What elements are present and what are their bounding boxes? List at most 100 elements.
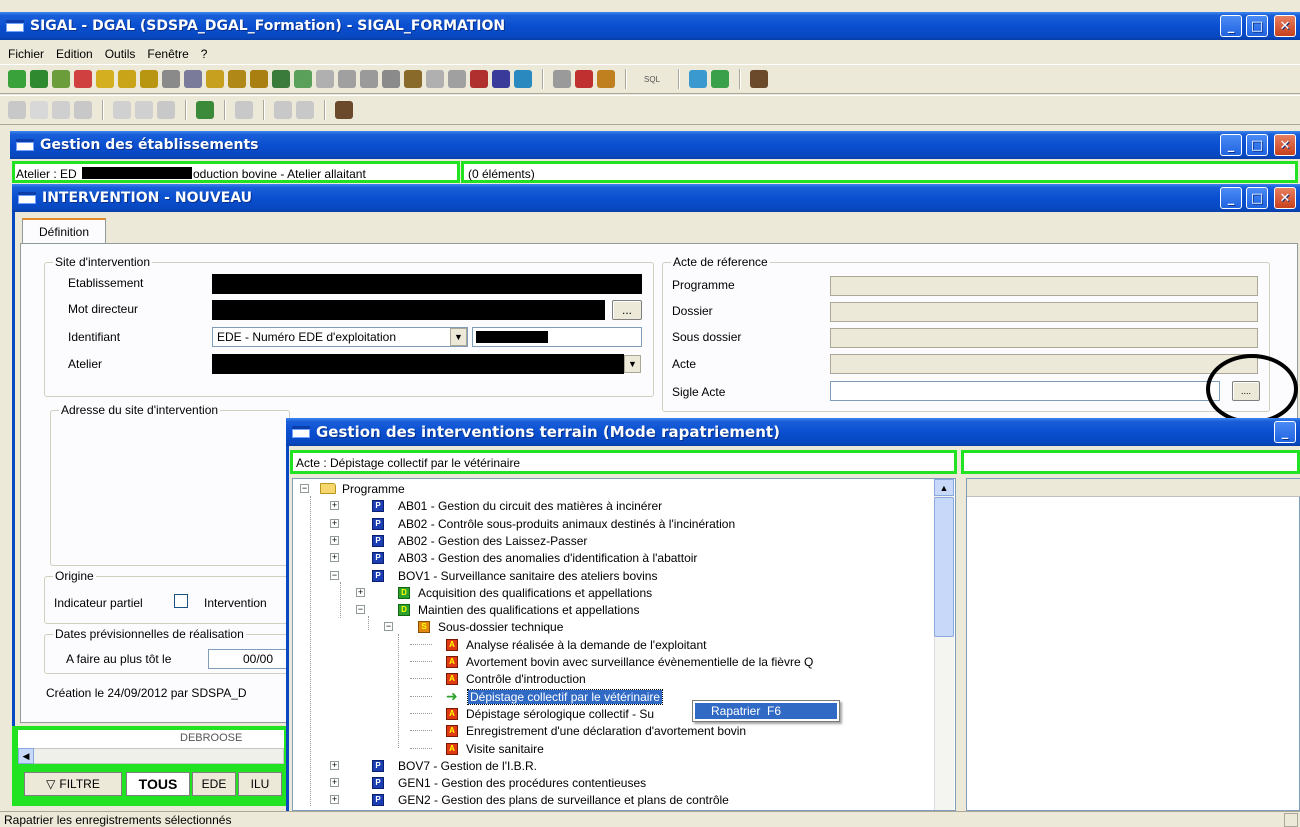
minimize-icon[interactable]: _ [1220,187,1242,209]
tree-node[interactable]: D Maintien des qualifications et appellat… [398,601,639,618]
tool-sheep-icon[interactable] [316,70,334,88]
close-icon[interactable]: ✕ [1274,187,1296,209]
rapatrier-menu-item[interactable]: Rapatrier F6 [695,703,837,719]
collapse-icon[interactable]: − [384,622,393,631]
collapse-icon[interactable]: − [300,484,309,493]
tree-node[interactable]: S Sous-dossier technique [418,618,563,635]
expand-icon[interactable]: + [330,778,339,787]
filter-icon[interactable] [296,101,314,119]
identifiant-select[interactable]: EDE - Numéro EDE d'exploitation [212,327,468,347]
tool-building-icon[interactable] [404,70,422,88]
tool-red-icon[interactable] [74,70,92,88]
tool-yellow3-icon[interactable] [140,70,158,88]
tree-node[interactable]: P GEN2 - Gestion des plans de surveillanc… [372,791,729,808]
tree-node[interactable]: P AB01 - Gestion du circuit des matières … [372,497,662,514]
tool-house-icon[interactable] [470,70,488,88]
tool-yellow2-icon[interactable] [118,70,136,88]
tool-plant-icon[interactable] [294,70,312,88]
expand-icon[interactable]: + [330,501,339,510]
tree-node[interactable]: P BOV1 - Surveillance sanitaire des ateli… [372,567,657,584]
chevron-down-icon[interactable]: ▼ [450,328,467,346]
tree-node[interactable]: P AB02 - Gestion des Laissez-Passer [372,532,587,549]
filtre-button[interactable]: ▽ FILTRE [24,772,122,796]
exit-icon[interactable] [750,70,769,88]
maximize-icon[interactable]: □ [1246,15,1268,37]
tool-animal-icon[interactable] [206,70,224,88]
tab-ilu[interactable]: ILU [238,772,282,796]
tree-node[interactable]: P AB03 - Gestion des anomalies d'identifi… [372,549,697,566]
tool-animal2-icon[interactable] [228,70,246,88]
tree-node[interactable]: A Dépistage sérologique collectif - Su [446,705,654,722]
tool-stamp-icon[interactable] [553,70,571,88]
tool-calc-icon[interactable] [575,70,593,88]
tool-multi-icon[interactable] [52,70,70,88]
new-icon[interactable] [30,101,48,119]
import-icon[interactable] [196,101,214,119]
tool-animal3-icon[interactable] [250,70,268,88]
properties-icon[interactable] [52,101,70,119]
tool-globe2-icon[interactable] [689,70,708,88]
tree-node[interactable]: A Contrôle d'introduction [446,670,586,687]
tree-node[interactable]: P BOV7 - Gestion de l'I.B.R. [372,757,537,774]
tree-node[interactable]: ➜ Dépistage collectif par le vétérinaire [446,688,664,705]
tree-node[interactable]: A Avortement bovin avec surveillance évèn… [446,653,813,670]
scroll-up-icon[interactable]: ▲ [934,479,954,496]
horizontal-scrollbar[interactable] [18,748,284,764]
tool-tree-icon[interactable] [382,70,400,88]
menu-help[interactable]: ? [201,47,208,61]
tool-yellow-icon[interactable] [96,70,114,88]
tool-fish-icon[interactable] [448,70,466,88]
tool-grey-icon[interactable] [162,70,180,88]
tool-truck-icon[interactable] [272,70,290,88]
afaire-date-field[interactable]: 00/00 [208,649,288,669]
paste-icon[interactable] [157,101,175,119]
expand-icon[interactable]: + [330,553,339,562]
tree-node[interactable]: Programme [320,480,405,497]
close-icon[interactable]: ✕ [1274,15,1296,37]
tool-link-icon[interactable] [184,70,202,88]
menu-edition[interactable]: Edition [56,47,93,61]
collapse-icon[interactable]: − [356,605,365,614]
menu-outils[interactable]: Outils [105,47,136,61]
maximize-icon[interactable]: □ [1246,187,1268,209]
tree-node[interactable]: A Enregistrement d'une déclaration d'avor… [446,722,746,739]
menu-fenetre[interactable]: Fenêtre [147,47,188,61]
etablissement-field[interactable] [212,274,642,294]
menu-fichier[interactable]: Fichier [8,47,44,61]
collapse-icon[interactable]: − [330,571,339,580]
tool-puzzle-icon[interactable] [30,70,48,88]
tool-globe3-icon[interactable] [711,70,730,88]
close-icon[interactable]: ✕ [1274,134,1296,156]
minimize-icon[interactable]: _ [1220,134,1242,156]
exit-icon[interactable] [335,101,353,119]
cut-icon[interactable] [113,101,131,119]
minimize-icon[interactable]: _ [1274,421,1296,443]
tool-flask-icon[interactable] [360,70,378,88]
mot-directeur-browse-button[interactable]: ... [612,300,642,320]
search-icon[interactable] [274,101,292,119]
maximize-icon[interactable]: □ [1246,134,1268,156]
copy-icon[interactable] [135,101,153,119]
chevron-down-icon[interactable]: ▼ [624,355,641,373]
expand-icon[interactable]: + [330,795,339,804]
tool-green-icon[interactable] [8,70,26,88]
mot-directeur-field[interactable] [212,300,605,320]
atelier-select[interactable] [212,354,624,374]
scroll-left-icon[interactable]: ◀ [18,748,34,764]
minimize-icon[interactable]: _ [1220,15,1242,37]
tool-sql-icon[interactable]: SQL [636,75,668,84]
expand-icon[interactable]: + [356,588,365,597]
expand-icon[interactable]: + [330,519,339,528]
tool-download-icon[interactable] [492,70,510,88]
tree-node[interactable]: A Visite sanitaire [446,740,544,757]
tab-tous[interactable]: TOUS [126,772,190,796]
tab-definition[interactable]: Définition [22,218,106,244]
tool-bee-icon[interactable] [426,70,444,88]
expand-icon[interactable]: + [330,536,339,545]
scroll-thumb[interactable] [934,497,954,637]
expand-icon[interactable]: + [330,761,339,770]
indicateur-checkbox[interactable] [174,594,188,608]
tool-chart-icon[interactable] [597,70,615,88]
tree-node[interactable]: P GEN1 - Gestion des procédures contentie… [372,774,646,791]
print-icon[interactable] [235,101,253,119]
